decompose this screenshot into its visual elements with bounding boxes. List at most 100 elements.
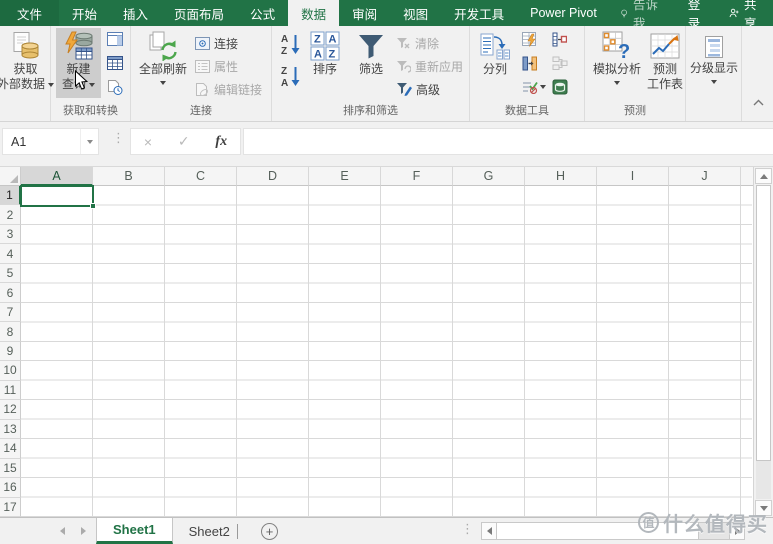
vertical-scrollbar-thumb[interactable] xyxy=(756,185,771,461)
column-header-j[interactable]: J xyxy=(669,167,741,186)
scroll-down-button[interactable] xyxy=(755,500,772,516)
menu-tab-formulas[interactable]: 公式 xyxy=(237,0,288,26)
advanced-filter-button[interactable]: 高级 xyxy=(396,80,440,98)
row-header-14[interactable]: 14 xyxy=(0,439,21,458)
next-sheet-button[interactable] xyxy=(81,527,86,535)
recent-sources-button[interactable] xyxy=(107,80,123,95)
sort-ascending-icon: A Z xyxy=(280,32,301,56)
consolidate-button[interactable] xyxy=(552,32,567,47)
flash-fill-button[interactable] xyxy=(522,32,538,47)
row-header-16[interactable]: 16 xyxy=(0,478,21,497)
from-table-button[interactable] xyxy=(107,56,123,70)
horizontal-scrollbar-track[interactable] xyxy=(699,522,729,540)
edit-links-button[interactable]: 编辑链接 xyxy=(195,80,262,98)
row-header-9[interactable]: 9 xyxy=(0,342,21,361)
fill-handle[interactable] xyxy=(90,203,96,209)
relationships-button[interactable] xyxy=(552,56,568,70)
row-header-6[interactable]: 6 xyxy=(0,283,21,302)
menu-tab-review[interactable]: 审阅 xyxy=(339,0,390,26)
column-header-d[interactable]: D xyxy=(237,167,309,186)
clear-filter-button[interactable]: 清除 xyxy=(396,34,439,52)
menu-tab-developer[interactable]: 开发工具 xyxy=(441,0,517,26)
menu-tab-view[interactable]: 视图 xyxy=(390,0,441,26)
scroll-left-button[interactable] xyxy=(481,522,497,540)
row-header-1[interactable]: 1 xyxy=(0,186,21,205)
column-header-e[interactable]: E xyxy=(309,167,381,186)
select-all-corner[interactable] xyxy=(0,167,21,186)
connections-button[interactable]: 连接 xyxy=(195,34,238,52)
refresh-all-button[interactable]: 全部刷新 xyxy=(136,28,190,85)
get-external-data-button[interactable]: 获取 外部数据 xyxy=(2,28,49,92)
sheet-tab-sheet1[interactable]: Sheet1 xyxy=(96,518,173,544)
new-query-label-1: 新建 xyxy=(66,62,90,77)
row-header-13[interactable]: 13 xyxy=(0,420,21,439)
filter-button[interactable]: 筛选 xyxy=(350,28,392,77)
menu-tab-power-pivot[interactable]: Power Pivot xyxy=(517,0,610,26)
scroll-right-button[interactable] xyxy=(729,522,745,540)
menu-tab-insert[interactable]: 插入 xyxy=(110,0,161,26)
menu-tab-file[interactable]: 文件 xyxy=(0,0,59,26)
consolidate-icon xyxy=(552,32,567,47)
data-validation-button[interactable] xyxy=(522,80,546,94)
scroll-up-button[interactable] xyxy=(755,168,772,184)
vertical-scrollbar-track[interactable] xyxy=(756,461,771,499)
insert-function-icon[interactable]: fx xyxy=(215,134,227,150)
cancel-icon[interactable]: × xyxy=(144,134,152,150)
sort-ascending-button[interactable]: A Z xyxy=(280,32,301,56)
new-query-button[interactable]: 新建 查询 xyxy=(56,28,101,98)
properties-button[interactable]: 属性 xyxy=(195,57,238,75)
reapply-filter-button[interactable]: 重新应用 xyxy=(396,57,463,75)
column-header-i[interactable]: I xyxy=(597,167,669,186)
column-header-filler xyxy=(741,167,753,186)
collapse-ribbon-button[interactable] xyxy=(753,93,764,111)
row-header-11[interactable]: 11 xyxy=(0,381,21,400)
refresh-all-label: 全部刷新 xyxy=(139,62,187,77)
row-header-2[interactable]: 2 xyxy=(0,205,21,224)
column-header-g[interactable]: G xyxy=(453,167,525,186)
horizontal-scrollbar-thumb[interactable] xyxy=(497,522,699,540)
horizontal-scrollbar[interactable] xyxy=(481,522,745,540)
row-header-8[interactable]: 8 xyxy=(0,322,21,341)
sign-in-button[interactable]: 登录 xyxy=(676,0,718,26)
menu-tab-page-layout[interactable]: 页面布局 xyxy=(161,0,237,26)
row-header-12[interactable]: 12 xyxy=(0,400,21,419)
column-header-f[interactable]: F xyxy=(381,167,453,186)
active-cell-selection[interactable] xyxy=(20,185,94,207)
new-sheet-button[interactable]: + xyxy=(261,523,278,540)
menu-tab-home[interactable]: 开始 xyxy=(59,0,110,26)
formula-input[interactable] xyxy=(243,128,773,155)
previous-sheet-button[interactable] xyxy=(60,527,65,535)
enter-icon[interactable]: ✓ xyxy=(178,133,190,150)
vertical-scrollbar[interactable] xyxy=(753,167,773,517)
menu-tab-data[interactable]: 数据 xyxy=(288,0,339,26)
column-header-h[interactable]: H xyxy=(525,167,597,186)
cells-area[interactable] xyxy=(21,186,752,517)
what-if-analysis-button[interactable]: ? 模拟分析 xyxy=(588,28,646,85)
outline-button[interactable]: 分级显示 xyxy=(688,28,740,84)
row-header-15[interactable]: 15 xyxy=(0,459,21,478)
show-queries-button[interactable] xyxy=(107,32,123,46)
manage-data-model-button[interactable] xyxy=(552,79,568,95)
column-header-a[interactable]: A xyxy=(21,167,93,186)
tell-me-box[interactable]: 告诉我... xyxy=(610,0,676,26)
row-header-4[interactable]: 4 xyxy=(0,244,21,263)
column-header-b[interactable]: B xyxy=(93,167,165,186)
text-to-columns-button[interactable]: 分列 xyxy=(474,28,516,77)
forecast-sheet-button[interactable]: 预测 工作表 xyxy=(646,28,684,92)
select-all-triangle-icon xyxy=(10,175,18,183)
name-box[interactable]: A1 xyxy=(2,128,99,155)
row-header-17[interactable]: 17 xyxy=(0,498,21,517)
from-table-icon xyxy=(107,56,123,70)
sort-button[interactable]: Z A A Z 排序 xyxy=(304,28,346,77)
sort-descending-button[interactable]: Z A xyxy=(280,64,301,88)
share-button[interactable]: 共享 xyxy=(717,0,773,26)
ribbon-group-connections: 全部刷新 连接 属性 编辑链接 连接 xyxy=(131,26,272,121)
row-header-3[interactable]: 3 xyxy=(0,225,21,244)
remove-duplicates-button[interactable] xyxy=(522,56,538,71)
row-header-5[interactable]: 5 xyxy=(0,264,21,283)
column-header-c[interactable]: C xyxy=(165,167,237,186)
row-header-10[interactable]: 10 xyxy=(0,361,21,380)
row-header-7[interactable]: 7 xyxy=(0,303,21,322)
name-box-dropdown[interactable] xyxy=(80,129,98,154)
sheet-tab-sheet2[interactable]: Sheet2 xyxy=(173,518,246,544)
